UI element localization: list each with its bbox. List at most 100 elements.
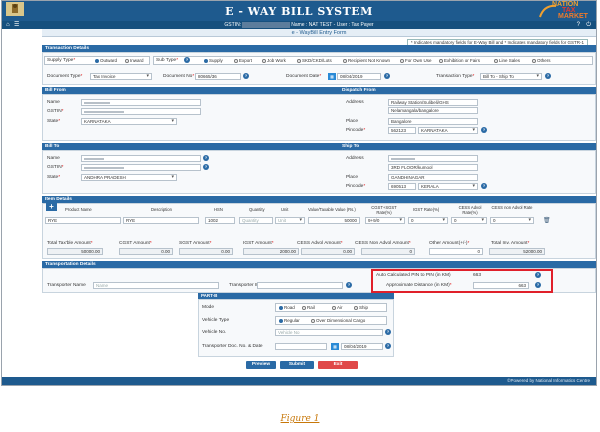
bill-to-panel: Name ? GSTIN* ? State* ANDHRA PRADESH Ad… bbox=[42, 150, 596, 194]
ship-pincode-input[interactable]: 690513 bbox=[388, 183, 416, 190]
submit-button[interactable]: Submit bbox=[280, 361, 314, 369]
transaction-details-header: Transaction Details bbox=[42, 45, 596, 52]
ship-address-line1[interactable] bbox=[388, 155, 478, 162]
radio-line-sales[interactable]: Line Sales bbox=[494, 58, 520, 63]
app-title: E - WAY BILL SYSTEM bbox=[225, 5, 373, 18]
document-no-input[interactable]: 80665/36 bbox=[195, 73, 241, 80]
footer-bar: ©Powered by National Informatics Centre bbox=[2, 377, 596, 385]
info-icon[interactable]: ? bbox=[203, 155, 209, 161]
radio-rail[interactable]: Rail bbox=[302, 305, 315, 310]
dispatch-pincode-input[interactable]: 562123 bbox=[388, 127, 416, 134]
user-info: GSTIN: XXXXXXXXXXXXX Name : NAT TEST - U… bbox=[224, 22, 374, 28]
igst-amount: 2000.00 bbox=[243, 248, 299, 255]
info-icon[interactable]: ? bbox=[385, 343, 391, 349]
radio-own-use[interactable]: For Own Use bbox=[400, 58, 432, 63]
radio-outward[interactable]: Outward bbox=[95, 58, 117, 63]
transporter-name-input[interactable]: Name bbox=[93, 282, 219, 289]
part-b-panel: Mode Road Rail Air Ship Vehicle Type Reg… bbox=[198, 299, 394, 357]
taxable-value-input[interactable]: 50000 bbox=[308, 217, 360, 224]
total-invoice-amount: 52000.00 bbox=[489, 248, 545, 255]
radio-export[interactable]: Export bbox=[234, 58, 252, 63]
cess-advol-amount: 0.00 bbox=[301, 248, 355, 255]
transporter-doc-date-input[interactable]: 08/04/2019 bbox=[341, 343, 383, 350]
calendar-icon[interactable]: ▦ bbox=[328, 73, 336, 80]
cgst-amount: 0.00 bbox=[119, 248, 173, 255]
description-input[interactable]: RYE bbox=[123, 217, 199, 224]
radio-exhibition[interactable]: Exhibition or Fairs bbox=[439, 58, 480, 63]
add-item-button[interactable]: + bbox=[46, 202, 57, 211]
product-name-input[interactable]: RYE bbox=[45, 217, 121, 224]
cess-advol-select[interactable]: 0 bbox=[451, 217, 487, 224]
radio-air[interactable]: Air bbox=[332, 305, 343, 310]
bill-to-header: Bill To Ship To bbox=[42, 143, 596, 150]
top-header-bar: E - WAY BILL SYSTEM NATION TAX MARKET bbox=[2, 1, 596, 21]
bill-to-state-select[interactable]: ANDHRA PRADESH bbox=[81, 174, 177, 181]
hsn-input[interactable]: 1002 bbox=[205, 217, 235, 224]
user-nav-bar: ⌂ ☰ GSTIN: XXXXXXXXXXXXX Name : NAT TEST… bbox=[2, 21, 596, 29]
radio-ship[interactable]: Ship bbox=[354, 305, 368, 310]
cgst-sgst-select[interactable]: 9+9/0 bbox=[365, 217, 405, 224]
info-icon[interactable]: ? bbox=[184, 57, 190, 63]
delete-row-icon[interactable]: 🗑 bbox=[543, 217, 551, 224]
info-icon[interactable]: ? bbox=[346, 282, 352, 288]
item-details-header: Item Details bbox=[42, 196, 596, 203]
info-icon[interactable]: ? bbox=[203, 164, 209, 170]
radio-supply[interactable]: Supply bbox=[204, 58, 223, 63]
bill-from-panel: Name GSTIN* State* KARNATAKA Address Rai… bbox=[42, 94, 596, 141]
ship-state-select[interactable]: KERALA bbox=[418, 183, 478, 190]
figure-caption: Figure 1 bbox=[280, 414, 320, 424]
bill-from-header: Bill From Dispatch From bbox=[42, 87, 596, 94]
info-icon[interactable]: ? bbox=[481, 183, 487, 189]
ship-address-line2[interactable]: 3RD FLOOR/kumool bbox=[388, 164, 478, 171]
calendar-icon[interactable]: ▦ bbox=[331, 343, 339, 350]
highlight-box bbox=[371, 269, 553, 293]
radio-job-work[interactable]: Job Work bbox=[262, 58, 286, 63]
transporter-id-input[interactable] bbox=[257, 282, 343, 289]
cess-nonadvol-select[interactable]: 0 bbox=[490, 217, 534, 224]
document-date-input[interactable]: 08/04/2019 bbox=[337, 73, 381, 80]
sgst-amount: 0.00 bbox=[179, 248, 233, 255]
other-amount-input[interactable]: 0 bbox=[429, 248, 483, 255]
radio-recipient-not-known[interactable]: Recipient Not Known bbox=[343, 58, 390, 63]
radio-skd[interactable]: SKD/CKD/Lots bbox=[297, 58, 332, 63]
unit-select[interactable]: Unit bbox=[275, 217, 305, 224]
document-type-select[interactable]: Tax Invoice bbox=[90, 73, 152, 80]
ewaybill-screenshot: E - WAY BILL SYSTEM NATION TAX MARKET ⌂ … bbox=[1, 0, 597, 386]
igst-select[interactable]: 0 bbox=[408, 217, 448, 224]
dispatch-place-input[interactable]: Bangalore bbox=[388, 118, 478, 125]
vehicle-no-input[interactable]: Vehicle No bbox=[275, 329, 383, 336]
exit-button[interactable]: Exit bbox=[318, 361, 358, 369]
transporter-doc-no-input[interactable] bbox=[275, 343, 327, 350]
bill-to-gstin-input[interactable] bbox=[81, 164, 201, 171]
transaction-type-select[interactable]: Bill To - Ship To bbox=[480, 73, 542, 80]
dispatch-state-select[interactable]: KARNATAKA bbox=[418, 127, 478, 134]
radio-inward[interactable]: Inward bbox=[125, 58, 144, 63]
bill-from-name-input[interactable] bbox=[81, 99, 201, 106]
dispatch-address-line1[interactable]: Railway Station/Sulibeli/GHS bbox=[388, 99, 478, 106]
dispatch-address-line2[interactable]: Nelamangala/bangalore bbox=[388, 107, 478, 114]
info-icon[interactable]: ? bbox=[243, 73, 249, 79]
info-icon[interactable]: ? bbox=[481, 127, 487, 133]
ship-place-input[interactable]: GANDHINAGAR bbox=[388, 174, 478, 181]
transaction-details-panel: Supply Type* Outward Inward Sub Type* ? … bbox=[42, 52, 596, 85]
logout-icon[interactable]: ⏻ bbox=[586, 22, 591, 28]
radio-odc[interactable]: Over Dimensional Cargo bbox=[311, 318, 365, 323]
quantity-input[interactable]: Quantity bbox=[239, 217, 273, 224]
info-icon[interactable]: ? bbox=[384, 73, 390, 79]
total-taxable-amount: 50000.00 bbox=[47, 248, 103, 255]
item-details-panel: Product Name Description HSN Quantity Un… bbox=[42, 203, 596, 259]
radio-road[interactable]: Road bbox=[279, 305, 295, 310]
radio-others[interactable]: Others bbox=[532, 58, 551, 63]
preview-button[interactable]: Preview bbox=[246, 361, 276, 369]
brand-logo: NATION TAX MARKET bbox=[538, 1, 590, 21]
radio-regular[interactable]: Regular bbox=[279, 318, 300, 323]
info-icon[interactable]: ? bbox=[545, 73, 551, 79]
info-icon[interactable]: ? bbox=[385, 329, 391, 335]
cess-nonadvol-amount: 0 bbox=[361, 248, 415, 255]
help-icon[interactable]: ? bbox=[577, 22, 580, 28]
bill-from-gstin-input[interactable] bbox=[81, 108, 201, 115]
bill-from-state-select[interactable]: KARNATAKA bbox=[81, 118, 177, 125]
bill-to-name-input[interactable] bbox=[81, 155, 201, 162]
page-subtitle: e - WayBill Entry Form bbox=[42, 29, 596, 37]
transportation-details-header: Transportation Details bbox=[42, 261, 596, 268]
